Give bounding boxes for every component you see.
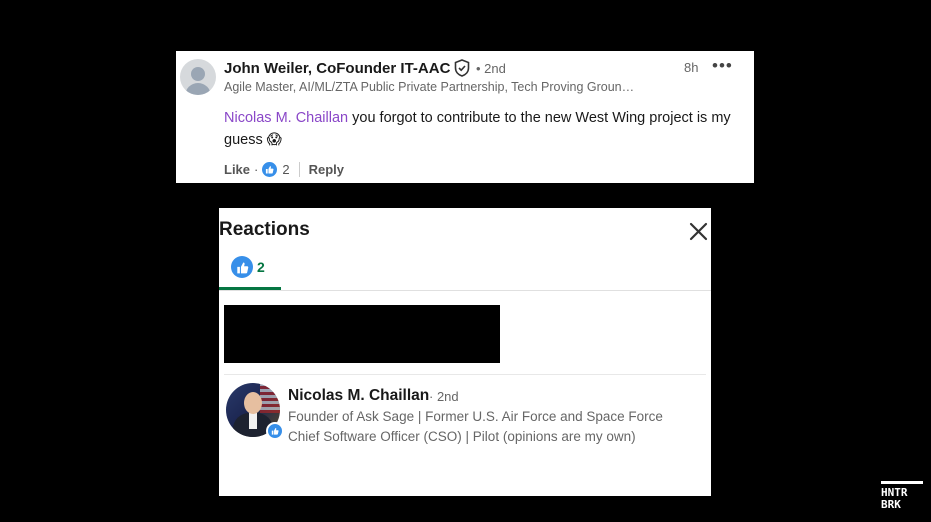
connection-degree: • 2nd (476, 61, 506, 76)
tab-reaction-count: 2 (257, 259, 265, 275)
row-divider (224, 374, 706, 375)
verified-shield-icon (454, 59, 470, 77)
default-avatar-icon[interactable] (180, 59, 216, 95)
reactions-panel: Reactions 2 Nicolas M. Chaillan · 2nd Fo… (219, 208, 711, 496)
reactor-headline: Founder of Ask Sage | Former U.S. Air Fo… (288, 409, 663, 444)
like-button[interactable]: Like (224, 162, 250, 177)
tabs-divider (219, 290, 711, 291)
comment-actions: Like · 2 Reply (224, 162, 344, 177)
watermark-logo: HNTR BRK (881, 481, 923, 511)
separator-dot: · (254, 162, 259, 177)
reply-button[interactable]: Reply (309, 162, 344, 177)
author-headline: Agile Master, AI/ML/ZTA Public Private P… (224, 80, 635, 94)
more-options-icon[interactable]: ••• (712, 56, 733, 76)
comment-card: John Weiler, CoFounder IT-AAC • 2nd 8h •… (176, 51, 754, 183)
comment-text: Nicolas M. Chaillan you forgot to contri… (224, 107, 744, 151)
thumbs-up-icon (231, 256, 253, 278)
like-count[interactable]: 2 (282, 162, 289, 177)
reactor-name[interactable]: Nicolas M. Chaillan (288, 387, 429, 405)
redacted-block (224, 305, 500, 363)
tab-like-reactions[interactable]: 2 (219, 252, 281, 290)
thumbs-up-icon (266, 422, 284, 440)
reactions-title: Reactions (219, 219, 310, 240)
watermark-line-2: BRK (881, 498, 901, 511)
mention-link[interactable]: Nicolas M. Chaillan (224, 110, 348, 126)
thumbs-up-icon[interactable] (262, 162, 278, 177)
reactor-degree: · 2nd (429, 389, 459, 404)
comment-timestamp: 8h (684, 60, 699, 75)
action-divider (298, 162, 300, 177)
close-icon[interactable] (689, 222, 708, 241)
comment-author-name[interactable]: John Weiler, CoFounder IT-AAC (224, 60, 450, 77)
